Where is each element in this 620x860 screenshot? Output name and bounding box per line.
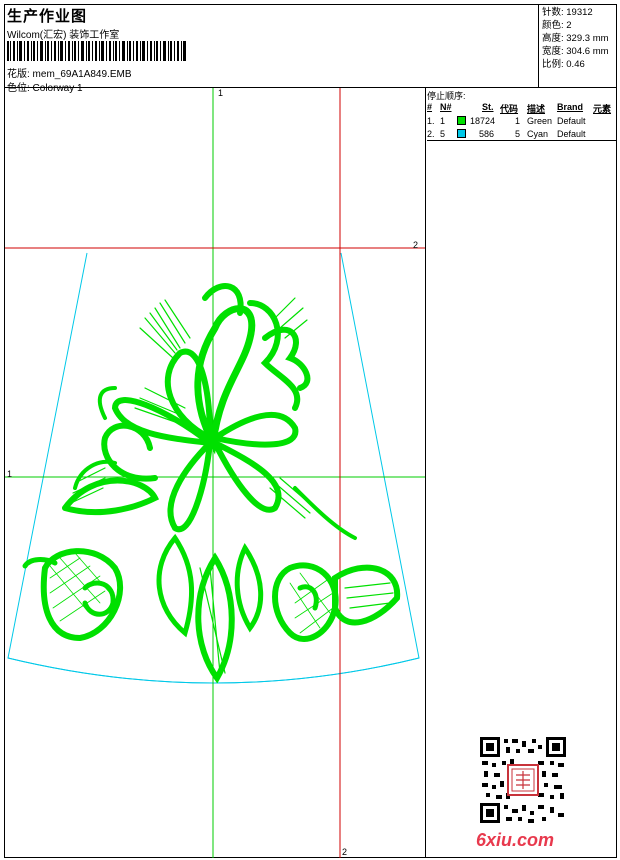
row-index: 1.: [427, 116, 435, 126]
studio-name: Wilcom(汇宏) 装饰工作室: [7, 30, 120, 41]
embroidery-motif: [22, 283, 401, 684]
watermark-logo: 6xiu.com: [476, 830, 555, 850]
col-header-brand: Brand: [557, 102, 584, 112]
stat-scale: 比例: 0.46: [542, 59, 585, 70]
stat-colors: 颜色: 2: [542, 20, 572, 31]
color-swatch-green: [457, 116, 466, 125]
canvas-divider: [425, 88, 426, 858]
row-index: 2.: [427, 129, 435, 139]
stat-stitches: 针数: 19312: [542, 7, 593, 18]
col-header-st: St.: [482, 102, 494, 112]
header-left: 生产作业图 Wilcom(汇宏) 装饰工作室 花版: mem_69A1A849.…: [5, 5, 540, 94]
row-brand: Default: [557, 129, 586, 139]
barcode: [7, 41, 186, 61]
stats-panel: 针数: 19312 颜色: 2 高度: 329.3 mm 宽度: 304.6 m…: [542, 6, 609, 71]
col-header-element: 元素: [593, 104, 612, 114]
row-code: 5: [515, 129, 521, 139]
seal-stamp: [507, 764, 539, 796]
stat-height: 高度: 329.3 mm: [542, 33, 609, 44]
stat-width: 宽度: 304.6 mm: [542, 46, 609, 57]
row-needle: 5: [440, 129, 446, 139]
col-header-desc: 描述: [527, 104, 546, 114]
row-stitches: 586: [479, 129, 495, 139]
row-brand: Default: [557, 116, 586, 126]
page-title: 生产作业图: [7, 8, 88, 25]
color-swatch-cyan: [457, 129, 466, 138]
table-row: 1. 1 18724 1 Green Default: [427, 116, 617, 128]
col-header-hash: #: [427, 102, 433, 112]
row-desc: Cyan: [527, 129, 549, 139]
axis-label-left-green: 1: [7, 469, 13, 479]
row-stitches: 18724: [470, 116, 496, 126]
row-code: 1: [515, 116, 521, 126]
header-divider: [538, 4, 539, 88]
row-desc: Green: [527, 116, 553, 126]
axis-label-right-red: 2: [413, 240, 419, 250]
row-needle: 1: [440, 116, 446, 126]
qr-code: [480, 737, 566, 823]
sequence-bottom-rule: [427, 140, 617, 141]
col-header-code: 代码: [500, 104, 519, 114]
axis-label-top-green: 1: [218, 88, 224, 98]
axis-label-bottom-red: 2: [342, 847, 348, 857]
design-canvas: [5, 88, 426, 858]
design-file: 花版: mem_69A1A849.EMB: [7, 69, 132, 80]
col-header-n: N#: [440, 102, 452, 112]
stop-sequence-title: 停止顺序:: [427, 91, 466, 101]
